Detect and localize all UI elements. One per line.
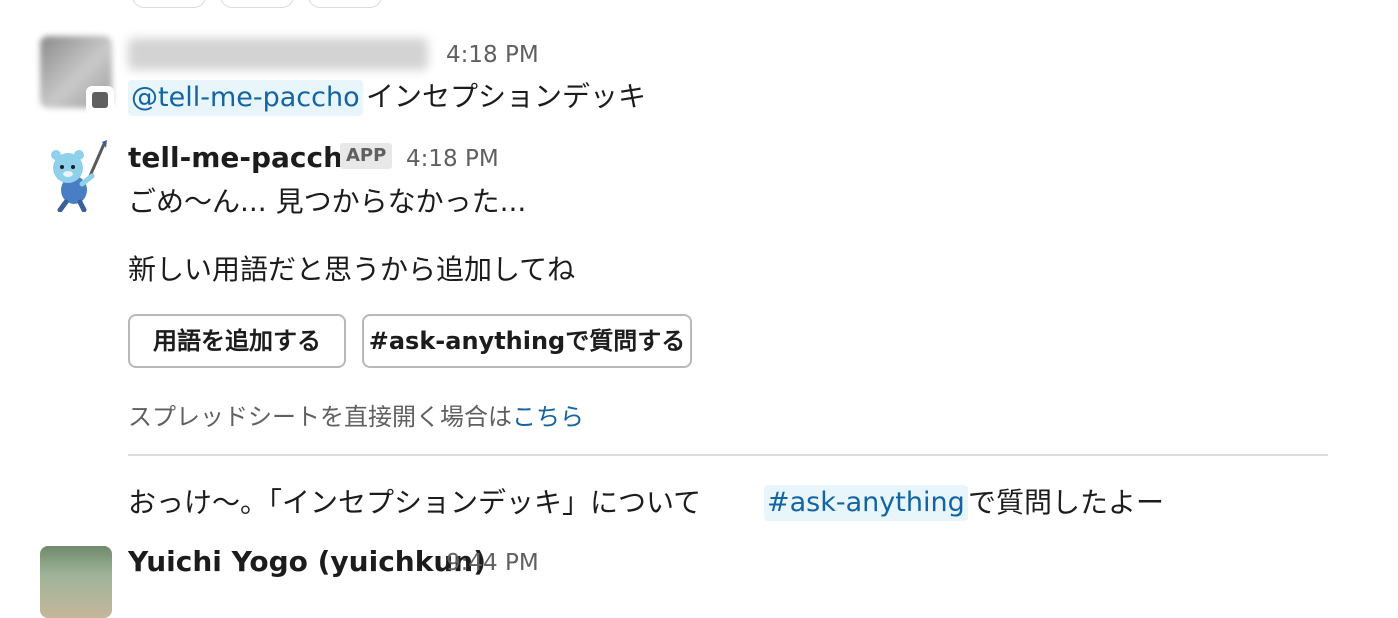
ask-anything-button[interactable]: #ask-anythingで質問する <box>362 314 692 368</box>
user-mention[interactable]: @tell-me-paccho <box>128 80 363 116</box>
spreadsheet-text: スプレッドシートを直接開く場合は <box>128 403 512 431</box>
message-text-line2: 新しい用語だと思うから追加してね <box>128 253 576 286</box>
message-text: インセプションデッキ <box>366 80 647 113</box>
message-timestamp[interactable]: 4:18 PM <box>406 144 499 174</box>
bear-with-brush-icon[interactable] <box>40 140 112 213</box>
add-term-button[interactable]: 用語を追加する <box>128 314 346 368</box>
spreadsheet-context: スプレッドシートを直接開く場合はこちら <box>128 400 584 434</box>
reaction-pill[interactable] <box>308 0 382 8</box>
sender-name[interactable]: Yuichi Yogo (yuichkun) <box>128 544 486 580</box>
message-timestamp[interactable]: 4:18 PM <box>446 40 539 70</box>
sender-name[interactable]: tell-me-paccho <box>128 140 362 176</box>
message-text-line1: ごめ〜ん... 見つからなかった... <box>128 185 527 218</box>
user-avatar[interactable] <box>40 546 112 618</box>
presence-indicator-icon <box>86 86 114 114</box>
sender-name-blurred[interactable] <box>128 38 428 70</box>
app-badge: APP <box>340 143 393 169</box>
spreadsheet-link[interactable]: こちら <box>512 403 584 431</box>
reaction-pill[interactable] <box>220 0 294 8</box>
message-timestamp[interactable]: 9:44 PM <box>446 548 539 578</box>
attachment-divider <box>128 454 1328 456</box>
followup-text-before: おっけ〜。「インセプションデッキ」について <box>128 486 702 519</box>
channel-mention[interactable]: #ask-anything <box>764 485 968 521</box>
followup-text-after: で質問したよー <box>968 486 1165 519</box>
reaction-pill[interactable] <box>132 0 206 8</box>
